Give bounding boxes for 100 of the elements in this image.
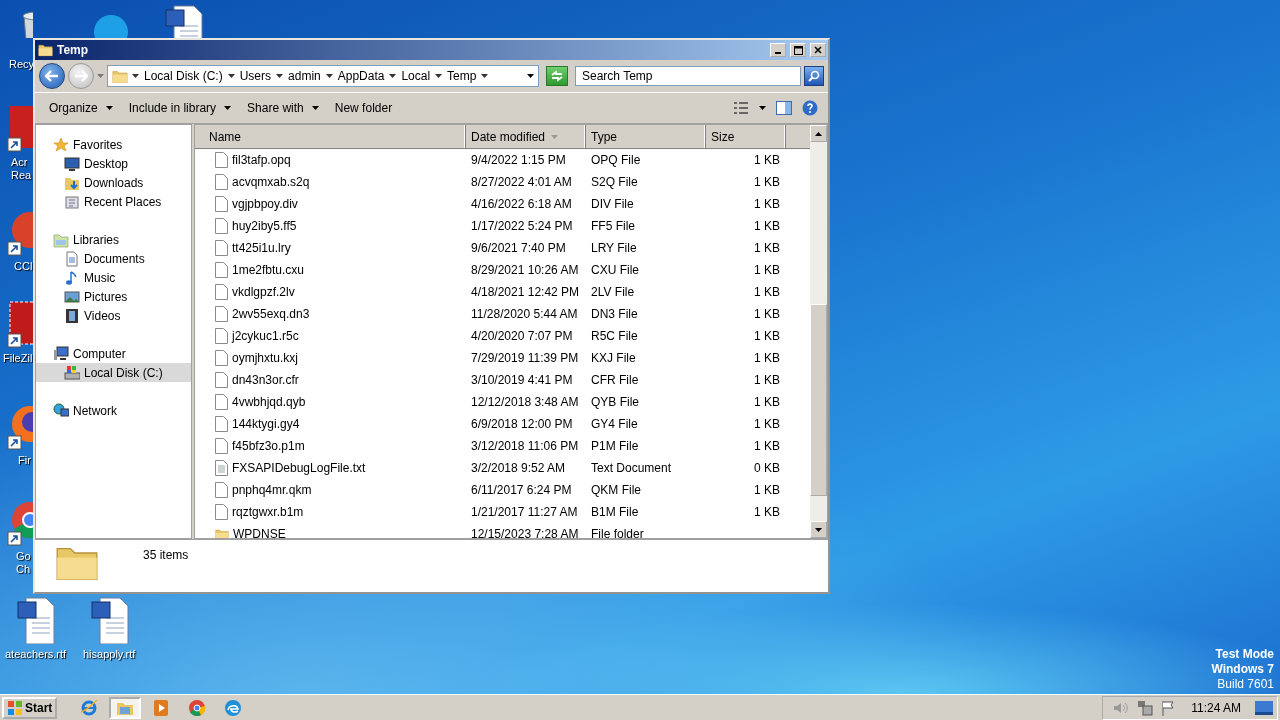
date-cell-text: 4/20/2020 7:07 PM xyxy=(470,329,574,343)
search-field[interactable]: Search Temp xyxy=(575,66,801,86)
file-name[interactable]: dn43n3or.cfr xyxy=(195,369,466,391)
scroll-thumb[interactable] xyxy=(810,304,827,496)
clock[interactable]: 11:24 AM xyxy=(1191,700,1241,715)
icon-label: ateachers.rtf xyxy=(5,648,67,661)
nav-item[interactable]: Recent Places xyxy=(36,192,191,211)
back-arrow-icon xyxy=(45,70,59,82)
caret-icon xyxy=(389,74,397,78)
file-name[interactable]: acvqmxab.s2q xyxy=(195,171,466,193)
search-icon xyxy=(808,70,820,82)
folder-icon xyxy=(112,68,128,84)
caret-icon xyxy=(551,134,559,139)
date-cell-text: 6/11/2017 6:24 PM xyxy=(470,483,573,497)
view-list-icon xyxy=(733,101,749,115)
type-cell-text: OPQ File xyxy=(590,153,642,167)
back-button[interactable] xyxy=(39,63,65,89)
close-icon xyxy=(814,46,822,54)
address-bar[interactable]: Local Disk (C:) Users admin AppData Local Temp xyxy=(107,65,539,87)
flag-icon[interactable] xyxy=(1161,699,1176,716)
breadcrumb-item[interactable]: Local xyxy=(400,69,432,83)
scroll-down-button[interactable] xyxy=(810,521,827,538)
nav-item[interactable]: Videos xyxy=(36,306,191,325)
nav-item[interactable]: Computer xyxy=(36,344,191,363)
size-cell-text: 1 KB xyxy=(753,395,781,409)
show-desktop-icon[interactable] xyxy=(1255,700,1273,715)
size-cell-text: 1 KB xyxy=(753,307,781,321)
file-name[interactable]: huy2iby5.ff5 xyxy=(195,215,466,237)
toolbar-button[interactable]: Share with xyxy=(240,96,326,120)
size-cell-text: 1 KB xyxy=(753,263,781,277)
nav-item[interactable]: Libraries xyxy=(36,230,191,249)
file-name[interactable]: j2cykuc1.r5c xyxy=(195,325,466,347)
file-name[interactable]: FXSAPIDebugLogFile.txt xyxy=(195,457,466,479)
type-cell-text: DIV File xyxy=(590,197,635,211)
start-button[interactable]: Start xyxy=(2,696,58,719)
nav-item[interactable]: Desktop xyxy=(36,154,191,173)
icon-label: hisapply.rtf xyxy=(83,648,136,661)
file-name[interactable]: f45bfz3o.p1m xyxy=(195,435,466,457)
file-name[interactable]: 2wv55exq.dn3 xyxy=(195,303,466,325)
caret-icon xyxy=(227,74,235,78)
file-icon xyxy=(215,174,228,190)
file-name[interactable]: vkdlgpzf.2lv xyxy=(195,281,466,303)
network-status-icon[interactable] xyxy=(1137,699,1154,716)
caret-icon xyxy=(97,74,104,78)
type-cell-text: 2LV File xyxy=(590,285,636,299)
size-cell-text: 1 KB xyxy=(753,175,781,189)
date-cell-text: 9/4/2022 1:15 PM xyxy=(470,153,567,167)
file-icon xyxy=(215,218,228,234)
size-cell-text: 1 KB xyxy=(753,417,781,431)
size-cell-text: 1 KB xyxy=(753,483,781,497)
caret-icon xyxy=(224,106,232,110)
nav-item[interactable]: Downloads xyxy=(36,173,191,192)
file-name[interactable]: 144ktygi.gy4 xyxy=(195,413,466,435)
date-cell-text: 11/28/2020 5:44 AM xyxy=(470,307,579,321)
refresh-button[interactable] xyxy=(546,66,568,86)
type-cell-text: File folder xyxy=(590,527,645,538)
file-icon xyxy=(215,240,228,256)
maximize-button[interactable] xyxy=(790,43,806,57)
nav-item[interactable]: Favorites xyxy=(36,135,191,154)
caret-icon xyxy=(105,106,113,110)
type-cell-text: LRY File xyxy=(590,241,638,255)
icon-label: Rea xyxy=(11,169,32,182)
file-name[interactable]: rqztgwxr.b1m xyxy=(195,501,466,523)
close-button[interactable] xyxy=(810,43,826,57)
nav-item[interactable]: Documents xyxy=(36,249,191,268)
toolbar-button[interactable]: New folder xyxy=(327,96,400,120)
size-cell-text: 1 KB xyxy=(753,329,781,343)
file-name[interactable]: 1me2fbtu.cxu xyxy=(195,259,466,281)
breadcrumb-item[interactable]: Temp xyxy=(446,69,478,83)
file-name[interactable]: oymjhxtu.kxj xyxy=(195,347,466,369)
forward-arrow-icon xyxy=(74,70,88,82)
minimize-button[interactable] xyxy=(770,43,786,57)
breadcrumb-item[interactable]: Local Disk (C:) xyxy=(143,69,224,83)
toolbar-button[interactable]: Organize xyxy=(42,96,120,120)
file-name[interactable]: 4vwbhjqd.qyb xyxy=(195,391,466,413)
file-name[interactable]: fil3tafp.opq xyxy=(195,149,466,171)
taskbar-button[interactable] xyxy=(109,696,142,719)
preview-pane-icon xyxy=(776,101,792,115)
scroll-up-button[interactable] xyxy=(810,125,827,142)
nav-item[interactable]: Pictures xyxy=(36,287,191,306)
toolbar-button[interactable]: Include in library xyxy=(121,96,239,120)
breadcrumb-item[interactable]: AppData xyxy=(336,69,386,83)
nav-item[interactable]: Local Disk (C:) xyxy=(36,363,191,382)
breadcrumb-item[interactable]: Users xyxy=(238,69,273,83)
type-cell-text: FF5 File xyxy=(590,219,636,233)
breadcrumb-item[interactable]: admin xyxy=(287,69,322,83)
app-shortcut-icon[interactable] xyxy=(6,104,33,152)
file-name[interactable]: pnphq4mr.qkm xyxy=(195,479,466,501)
file-name[interactable]: tt425i1u.lry xyxy=(195,237,466,259)
text-file-icon xyxy=(215,460,228,476)
date-cell-text: 8/29/2021 10:26 AM xyxy=(470,263,580,277)
type-cell-text: DN3 File xyxy=(590,307,639,321)
file-icon xyxy=(215,262,228,278)
scrollbar[interactable] xyxy=(810,125,827,538)
search-button[interactable] xyxy=(804,66,824,86)
nav-item[interactable]: Music xyxy=(36,268,191,287)
file-name[interactable]: vgjpbpoy.div xyxy=(195,193,466,215)
nav-item[interactable]: Network xyxy=(36,401,191,420)
size-cell-text: 1 KB xyxy=(753,439,781,453)
app-shortcut-icon[interactable] xyxy=(6,300,33,348)
